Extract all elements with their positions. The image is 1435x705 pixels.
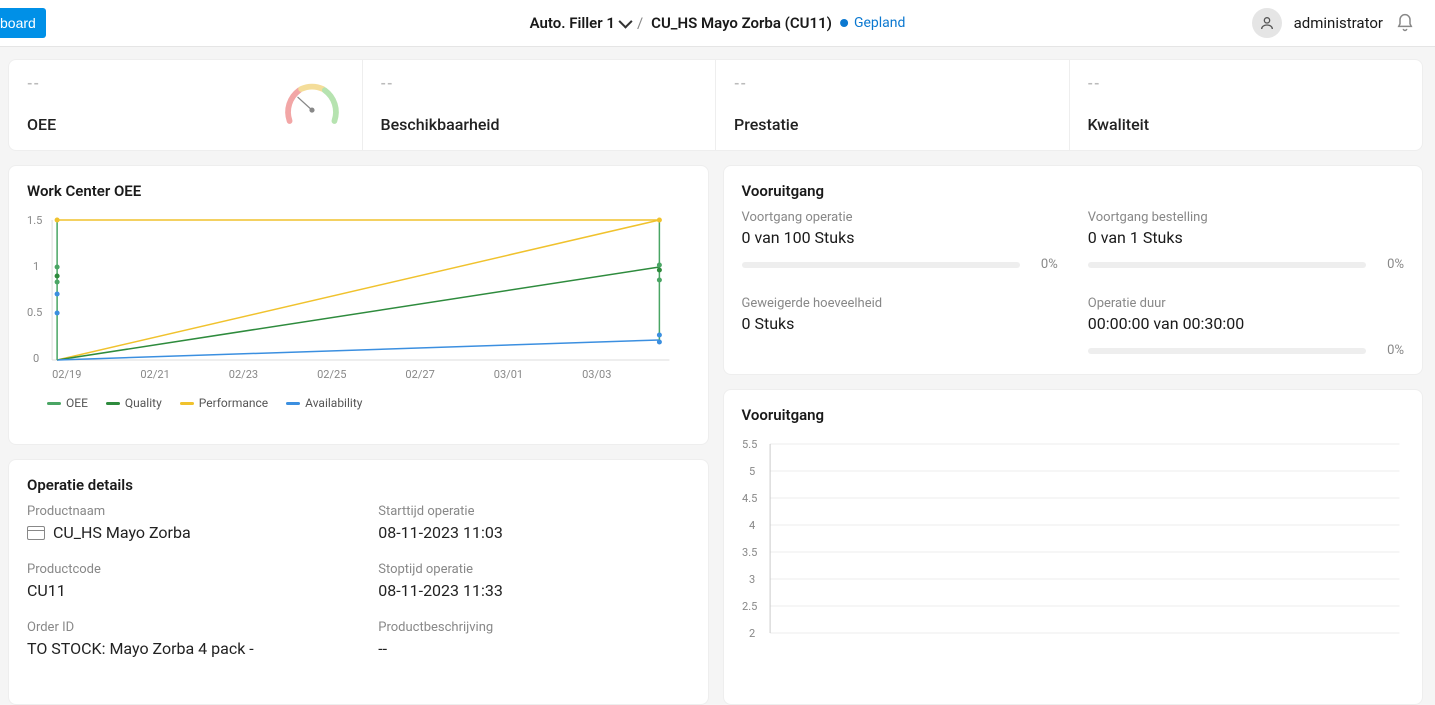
chart1-svg: 1.5 1 0.5 0 <box>27 210 690 390</box>
progress-order: Voortgang bestelling 0 van 1 Stuks 0% <box>1088 210 1404 272</box>
progress-bar-duration <box>1088 348 1366 354</box>
progress-operation: Voortgang operatie 0 van 100 Stuks 0% <box>742 210 1058 272</box>
progress-bar-order <box>1088 262 1366 268</box>
chart2-title: Vooruitgang <box>742 406 1405 424</box>
progress-panel: Vooruitgang Voortgang operatie 0 van 100… <box>723 165 1424 375</box>
chart2-ytick: 5 <box>749 465 755 478</box>
kpi-oee-label: OEE <box>27 115 56 134</box>
chevron-down-icon <box>618 15 632 29</box>
progress-duration: Operatie duur 00:00:00 van 00:30:00 0% <box>1088 296 1404 358</box>
chart2-ytick: 4.5 <box>742 492 757 505</box>
breadcrumb: Auto. Filler 1 / CU_HS Mayo Zorba (CU11)… <box>530 14 906 32</box>
chart-work-center-oee: Work Center OEE 1.5 1 0.5 0 <box>8 165 709 445</box>
gauge-icon <box>280 73 344 137</box>
user-icon <box>1259 15 1275 31</box>
chart1-xtick: 02/23 <box>229 368 258 381</box>
status-badge: Gepland <box>840 15 905 31</box>
chart2-ytick: 4 <box>749 519 755 532</box>
status-text: Gepland <box>854 15 905 31</box>
chart2-ytick: 3.5 <box>742 546 757 559</box>
detail-start-time: Starttijd operatie 08-11-2023 11:03 <box>378 504 689 542</box>
kpi-availability-label: Beschikbaarheid <box>381 115 698 134</box>
details-title: Operatie details <box>27 476 690 494</box>
kpi-quality-label: Kwaliteit <box>1088 115 1405 134</box>
progress-title: Vooruitgang <box>742 182 1405 200</box>
username: administrator <box>1294 14 1383 32</box>
chart1-xtick: 03/01 <box>494 368 523 381</box>
chart2-ytick: 2 <box>749 627 755 640</box>
progress-bar-operation <box>742 262 1020 268</box>
operation-name: CU_HS Mayo Zorba (CU11) <box>651 14 832 32</box>
chart2-svg: 5.5 5 4.5 4 3.5 3 2.5 2 <box>742 434 1405 644</box>
operation-details: Operatie details Productnaam CU_HS Mayo … <box>8 459 709 705</box>
legend-availability[interactable]: Availability <box>286 396 362 410</box>
kpi-performance: -- Prestatie <box>716 60 1070 150</box>
avatar[interactable] <box>1252 8 1282 38</box>
bell-icon[interactable] <box>1395 13 1415 33</box>
detail-product-name: Productnaam CU_HS Mayo Zorba <box>27 504 338 542</box>
legend-performance[interactable]: Performance <box>180 396 268 410</box>
kpi-oee-value: -- <box>27 76 56 92</box>
chart1-xtick: 02/25 <box>317 368 346 381</box>
chart1-ytick: 0.5 <box>27 306 42 319</box>
chart1-title: Work Center OEE <box>27 182 690 200</box>
detail-stop-time: Stoptijd operatie 08-11-2023 11:33 <box>378 562 689 600</box>
work-center-selector[interactable]: Auto. Filler 1 <box>530 14 629 32</box>
work-center-name: Auto. Filler 1 <box>530 14 615 32</box>
kpi-quality-value: -- <box>1088 76 1405 92</box>
chart1-xtick: 02/21 <box>140 368 169 381</box>
detail-description: Productbeschrijving -- <box>378 620 689 658</box>
chart1-xtick: 03/03 <box>582 368 611 381</box>
chart1-xtick: 02/19 <box>52 368 81 381</box>
chart1-legend: OEE Quality Performance Availability <box>47 396 690 410</box>
detail-order-id: Order ID TO STOCK: Mayo Zorba 4 pack - <box>27 620 338 658</box>
chart1-ytick: 1.5 <box>27 214 42 227</box>
product-icon <box>27 526 45 540</box>
kpi-quality: -- Kwaliteit <box>1070 60 1423 150</box>
chart2-ytick: 2.5 <box>742 600 757 613</box>
chart1-ytick: 1 <box>33 260 39 273</box>
kpi-bar: -- OEE -- Beschikbaarheid -- Prestatie -… <box>8 59 1423 151</box>
kpi-performance-value: -- <box>734 76 1051 92</box>
legend-oee[interactable]: OEE <box>47 396 88 410</box>
kpi-availability-value: -- <box>381 76 698 92</box>
progress-rejected: Geweigerde hoeveelheid 0 Stuks <box>742 296 1058 358</box>
kpi-performance-label: Prestatie <box>734 115 1051 134</box>
breadcrumb-separator: / <box>637 14 643 32</box>
kpi-oee: -- OEE <box>9 60 363 150</box>
detail-product-code: Productcode CU11 <box>27 562 338 600</box>
user-area: administrator <box>1252 8 1415 38</box>
legend-quality[interactable]: Quality <box>106 396 162 410</box>
status-dot-icon <box>840 19 848 27</box>
chart-progress: Vooruitgang 5.5 5 4.5 4 3.5 3 2.5 2 <box>723 389 1424 705</box>
chart1-ytick: 0 <box>33 352 39 365</box>
chart2-ytick: 5.5 <box>742 438 757 451</box>
kpi-availability: -- Beschikbaarheid <box>363 60 717 150</box>
board-button[interactable]: board <box>0 8 46 38</box>
chart1-xtick: 02/27 <box>405 368 434 381</box>
topbar: board Auto. Filler 1 / CU_HS Mayo Zorba … <box>0 0 1435 47</box>
chart2-ytick: 3 <box>749 573 755 586</box>
